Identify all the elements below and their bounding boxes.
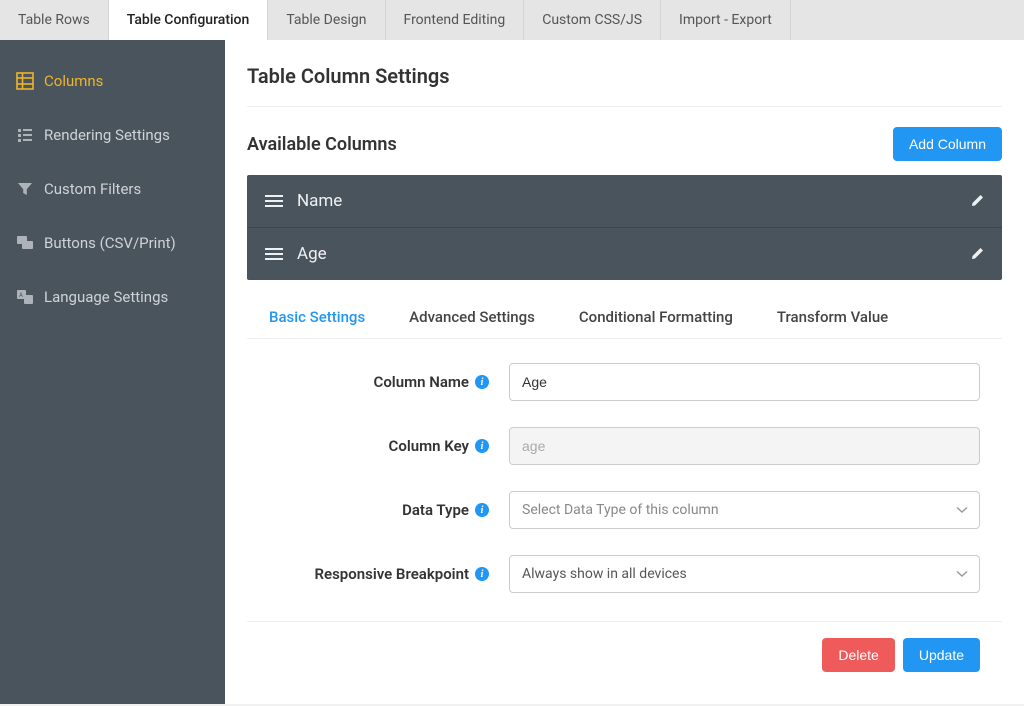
edit-icon[interactable] xyxy=(970,247,984,261)
sidebar-item-label: Buttons (CSV/Print) xyxy=(44,234,176,252)
sidebar: Columns Rendering Settings Custom Filter… xyxy=(0,40,225,704)
tab-table-rows[interactable]: Table Rows xyxy=(0,0,109,40)
sidebar-item-label: Columns xyxy=(44,72,103,90)
tab-transform-value[interactable]: Transform Value xyxy=(777,308,888,326)
responsive-breakpoint-select[interactable]: Always show in all devices xyxy=(509,555,980,593)
column-name-label: Age xyxy=(297,244,327,264)
svg-text:A: A xyxy=(19,292,23,299)
sidebar-item-label: Language Settings xyxy=(44,288,168,306)
available-columns-heading: Available Columns xyxy=(247,134,397,155)
form-footer: Delete Update xyxy=(247,622,1002,682)
edit-icon[interactable] xyxy=(970,194,984,208)
sidebar-item-columns[interactable]: Columns xyxy=(0,58,225,112)
tab-frontend-editing[interactable]: Frontend Editing xyxy=(386,0,525,40)
sidebar-item-rendering-settings[interactable]: Rendering Settings xyxy=(0,112,225,166)
tab-advanced-settings[interactable]: Advanced Settings xyxy=(409,308,535,326)
main-content: Table Column Settings Available Columns … xyxy=(225,40,1024,704)
sidebar-item-label: Custom Filters xyxy=(44,180,141,198)
delete-button[interactable]: Delete xyxy=(822,638,894,672)
drag-handle-icon[interactable] xyxy=(265,194,283,208)
buttons-icon xyxy=(16,234,34,252)
tab-basic-settings[interactable]: Basic Settings xyxy=(269,308,365,326)
tab-conditional-formatting[interactable]: Conditional Formatting xyxy=(579,308,733,326)
top-tabs: Table Rows Table Configuration Table Des… xyxy=(0,0,1024,40)
language-icon: A xyxy=(16,288,34,306)
tab-table-configuration[interactable]: Table Configuration xyxy=(109,0,269,40)
sidebar-item-buttons[interactable]: Buttons (CSV/Print) xyxy=(0,220,225,274)
tab-table-design[interactable]: Table Design xyxy=(268,0,385,40)
column-name-label: Name xyxy=(297,191,342,211)
column-row[interactable]: Name xyxy=(247,175,1002,228)
column-settings-tabs: Basic Settings Advanced Settings Conditi… xyxy=(247,308,1002,339)
update-button[interactable]: Update xyxy=(903,638,980,672)
info-icon[interactable]: i xyxy=(475,567,489,581)
column-key-input xyxy=(509,427,980,465)
sidebar-item-language-settings[interactable]: A Language Settings xyxy=(0,274,225,328)
data-type-label: Data Type xyxy=(402,501,469,519)
columns-list: Name Age xyxy=(247,175,1002,280)
info-icon[interactable]: i xyxy=(475,439,489,453)
column-name-input[interactable] xyxy=(509,363,980,401)
data-type-select[interactable]: Select Data Type of this column xyxy=(509,491,980,529)
add-column-button[interactable]: Add Column xyxy=(893,127,1002,161)
info-icon[interactable]: i xyxy=(475,503,489,517)
page-title: Table Column Settings xyxy=(247,64,1002,107)
responsive-breakpoint-label: Responsive Breakpoint xyxy=(314,565,469,583)
funnel-icon xyxy=(16,180,34,198)
sidebar-item-custom-filters[interactable]: Custom Filters xyxy=(0,166,225,220)
info-icon[interactable]: i xyxy=(475,375,489,389)
column-name-label: Column Name xyxy=(374,373,469,391)
drag-handle-icon[interactable] xyxy=(265,247,283,261)
render-icon xyxy=(16,126,34,144)
grid-icon xyxy=(16,72,34,90)
column-key-label: Column Key xyxy=(389,437,469,455)
basic-settings-form: Column Name i Column Key i Data Type xyxy=(247,339,1002,622)
tab-custom-css-js[interactable]: Custom CSS/JS xyxy=(524,0,661,40)
sidebar-item-label: Rendering Settings xyxy=(44,126,170,144)
column-row[interactable]: Age xyxy=(247,228,1002,280)
tab-import-export[interactable]: Import - Export xyxy=(661,0,791,40)
